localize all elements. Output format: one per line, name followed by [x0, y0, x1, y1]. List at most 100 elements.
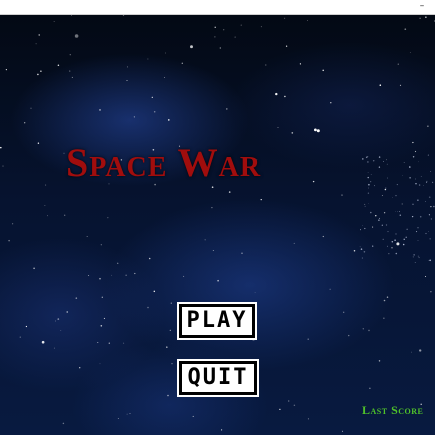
star	[8, 239, 10, 242]
star	[427, 154, 429, 156]
star	[211, 186, 214, 189]
star	[412, 256, 414, 258]
star	[395, 195, 397, 197]
star	[122, 15, 125, 16]
star	[396, 184, 398, 186]
star	[372, 226, 374, 228]
star	[387, 177, 388, 179]
star	[403, 162, 405, 163]
star	[60, 330, 62, 332]
star	[111, 274, 113, 276]
star	[71, 76, 73, 78]
star	[19, 336, 21, 338]
star	[364, 227, 366, 230]
star	[66, 311, 68, 313]
star	[35, 43, 37, 45]
star	[2, 165, 4, 167]
star	[417, 255, 419, 257]
star	[329, 288, 331, 290]
star	[151, 96, 153, 98]
star	[41, 340, 45, 344]
star	[370, 174, 372, 176]
star	[226, 108, 228, 110]
star	[117, 417, 119, 419]
window-titlebar: –	[0, 0, 435, 15]
star	[367, 176, 369, 179]
star	[365, 156, 368, 159]
star	[399, 211, 400, 213]
star	[369, 387, 371, 390]
star	[71, 15, 72, 16]
star	[223, 29, 225, 31]
star	[164, 77, 165, 78]
star	[412, 141, 414, 144]
star	[322, 69, 324, 72]
star	[401, 203, 403, 205]
star	[241, 252, 243, 254]
star	[341, 194, 343, 196]
star	[395, 233, 397, 235]
star	[374, 185, 375, 187]
star	[234, 36, 236, 38]
star	[183, 275, 185, 277]
star	[99, 363, 101, 365]
star	[167, 394, 169, 397]
star	[419, 17, 421, 19]
star	[117, 262, 119, 264]
star	[413, 254, 415, 256]
star	[123, 342, 125, 344]
star	[417, 227, 419, 229]
star	[25, 325, 28, 328]
star	[107, 217, 109, 219]
star	[275, 92, 278, 96]
star	[312, 180, 315, 183]
star	[368, 203, 369, 205]
star	[385, 224, 388, 226]
star	[360, 229, 361, 231]
star	[399, 84, 402, 86]
star	[418, 184, 421, 186]
play-button[interactable]: PLAY	[177, 302, 257, 340]
star	[99, 277, 101, 280]
star	[391, 247, 393, 249]
star	[348, 334, 350, 337]
star	[63, 152, 65, 154]
star	[425, 276, 427, 277]
star	[386, 296, 389, 298]
star	[395, 252, 398, 255]
star	[402, 175, 404, 176]
star	[169, 329, 171, 331]
star	[167, 119, 170, 121]
star	[314, 128, 317, 132]
star	[284, 95, 286, 98]
star	[385, 187, 387, 189]
star	[164, 52, 166, 54]
star	[125, 274, 127, 276]
star	[299, 63, 301, 65]
star	[97, 342, 99, 344]
star	[69, 54, 71, 56]
star	[103, 317, 105, 319]
star	[57, 64, 60, 66]
star	[74, 34, 79, 38]
star	[57, 318, 60, 320]
star	[412, 203, 414, 205]
star	[99, 109, 101, 111]
star	[240, 24, 242, 26]
star	[368, 183, 370, 186]
star	[409, 52, 411, 53]
star	[100, 244, 102, 246]
star	[404, 28, 407, 31]
star	[431, 181, 434, 184]
star	[171, 363, 173, 365]
star	[375, 215, 377, 217]
minimize-button[interactable]: –	[415, 0, 429, 14]
game-title: Space War	[66, 140, 262, 185]
star	[396, 242, 400, 246]
star	[69, 70, 71, 72]
star	[153, 110, 156, 113]
quit-button[interactable]: QUIT	[177, 359, 259, 397]
star	[53, 21, 55, 22]
star	[433, 205, 435, 208]
star	[362, 158, 364, 160]
